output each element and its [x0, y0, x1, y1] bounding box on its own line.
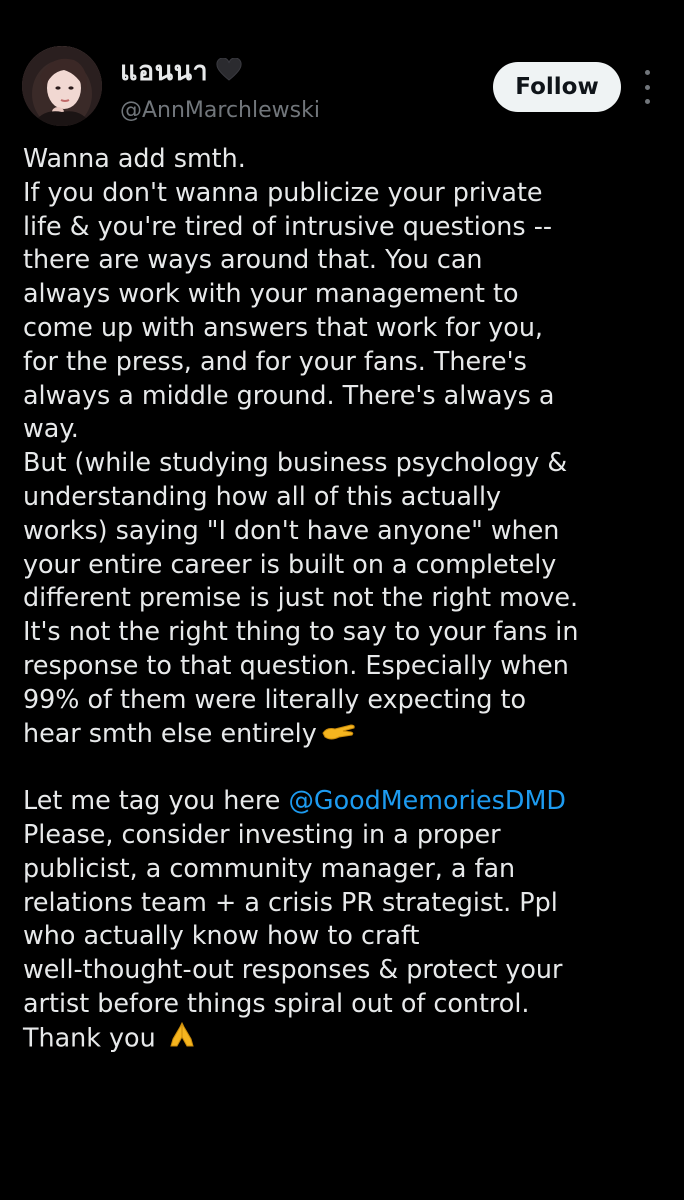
tweet-line: But (while studying business psychology …	[23, 447, 568, 478]
tweet-line: relations team + a crisis PR strategist.…	[23, 886, 558, 917]
tag-prefix: Let me tag you here	[23, 785, 289, 816]
tweet-line: hear smth else entirely	[23, 717, 673, 751]
tweet-line: 99% of them were literally expecting to	[23, 683, 527, 714]
more-vertical-icon[interactable]	[640, 70, 654, 104]
tweet-line: It's not the right thing to say to your …	[23, 616, 579, 647]
tweet-line: works) saying "I don't have anyone" when	[23, 514, 560, 545]
tweet-line: If you don't wanna publicize your privat…	[23, 176, 543, 207]
tweet-line: Thank you	[23, 1021, 673, 1055]
black-heart-icon	[216, 57, 242, 82]
mention-link[interactable]: @GoodMemoriesDMD	[289, 785, 566, 815]
display-name[interactable]: แอนนา	[120, 49, 208, 92]
tweet-line: Please, consider investing in a proper	[23, 818, 501, 849]
tweet-line: different premise is just not the right …	[23, 582, 579, 613]
avatar[interactable]	[22, 46, 102, 126]
tweet-line: Let me tag you here @GoodMemoriesDMD	[23, 784, 673, 818]
tweet-line: publicist, a community manager, a fan	[23, 852, 516, 883]
tweet-header: แอนนา @AnnMarchlewski Follow	[0, 0, 684, 140]
tweet-line: artist before things spiral out of contr…	[23, 987, 530, 1018]
tweet-line: always work with your management to	[23, 278, 519, 309]
tweet-line: life & you're tired of intrusive questio…	[23, 210, 553, 241]
tweet-line: for the press, and for your fans. There'…	[23, 345, 527, 376]
tweet-line: Wanna add smth.	[23, 143, 246, 173]
name-row: แอนนา	[120, 52, 242, 88]
tweet-line: response to that question. Especially wh…	[23, 649, 569, 680]
user-handle[interactable]: @AnnMarchlewski	[120, 98, 320, 123]
follow-button[interactable]: Follow	[493, 62, 621, 112]
tweet-line: your entire career is built on a complet…	[23, 548, 557, 579]
folded-hands-emoji-icon	[168, 1021, 196, 1058]
tweet-line: way.	[23, 413, 79, 444]
tweet-line-text: hear smth else entirely	[23, 717, 317, 748]
hand-pointing-emoji-icon	[321, 718, 357, 752]
tweet-line: come up with answers that work for you,	[23, 311, 543, 342]
tweet-line: always a middle ground. There's always a	[23, 379, 555, 410]
tweet-line: there are ways around that. You can	[23, 244, 483, 275]
closing-text: Thank you	[23, 1022, 156, 1053]
tweet-line: who actually know how to craft	[23, 920, 420, 951]
tweet-text: Wanna add smth. If you don't wanna publi…	[23, 142, 673, 1055]
tweet-line: well-thought-out responses & protect you…	[23, 954, 563, 985]
tweet-line: understanding how all of this actually	[23, 480, 502, 511]
avatar-image	[22, 46, 102, 126]
